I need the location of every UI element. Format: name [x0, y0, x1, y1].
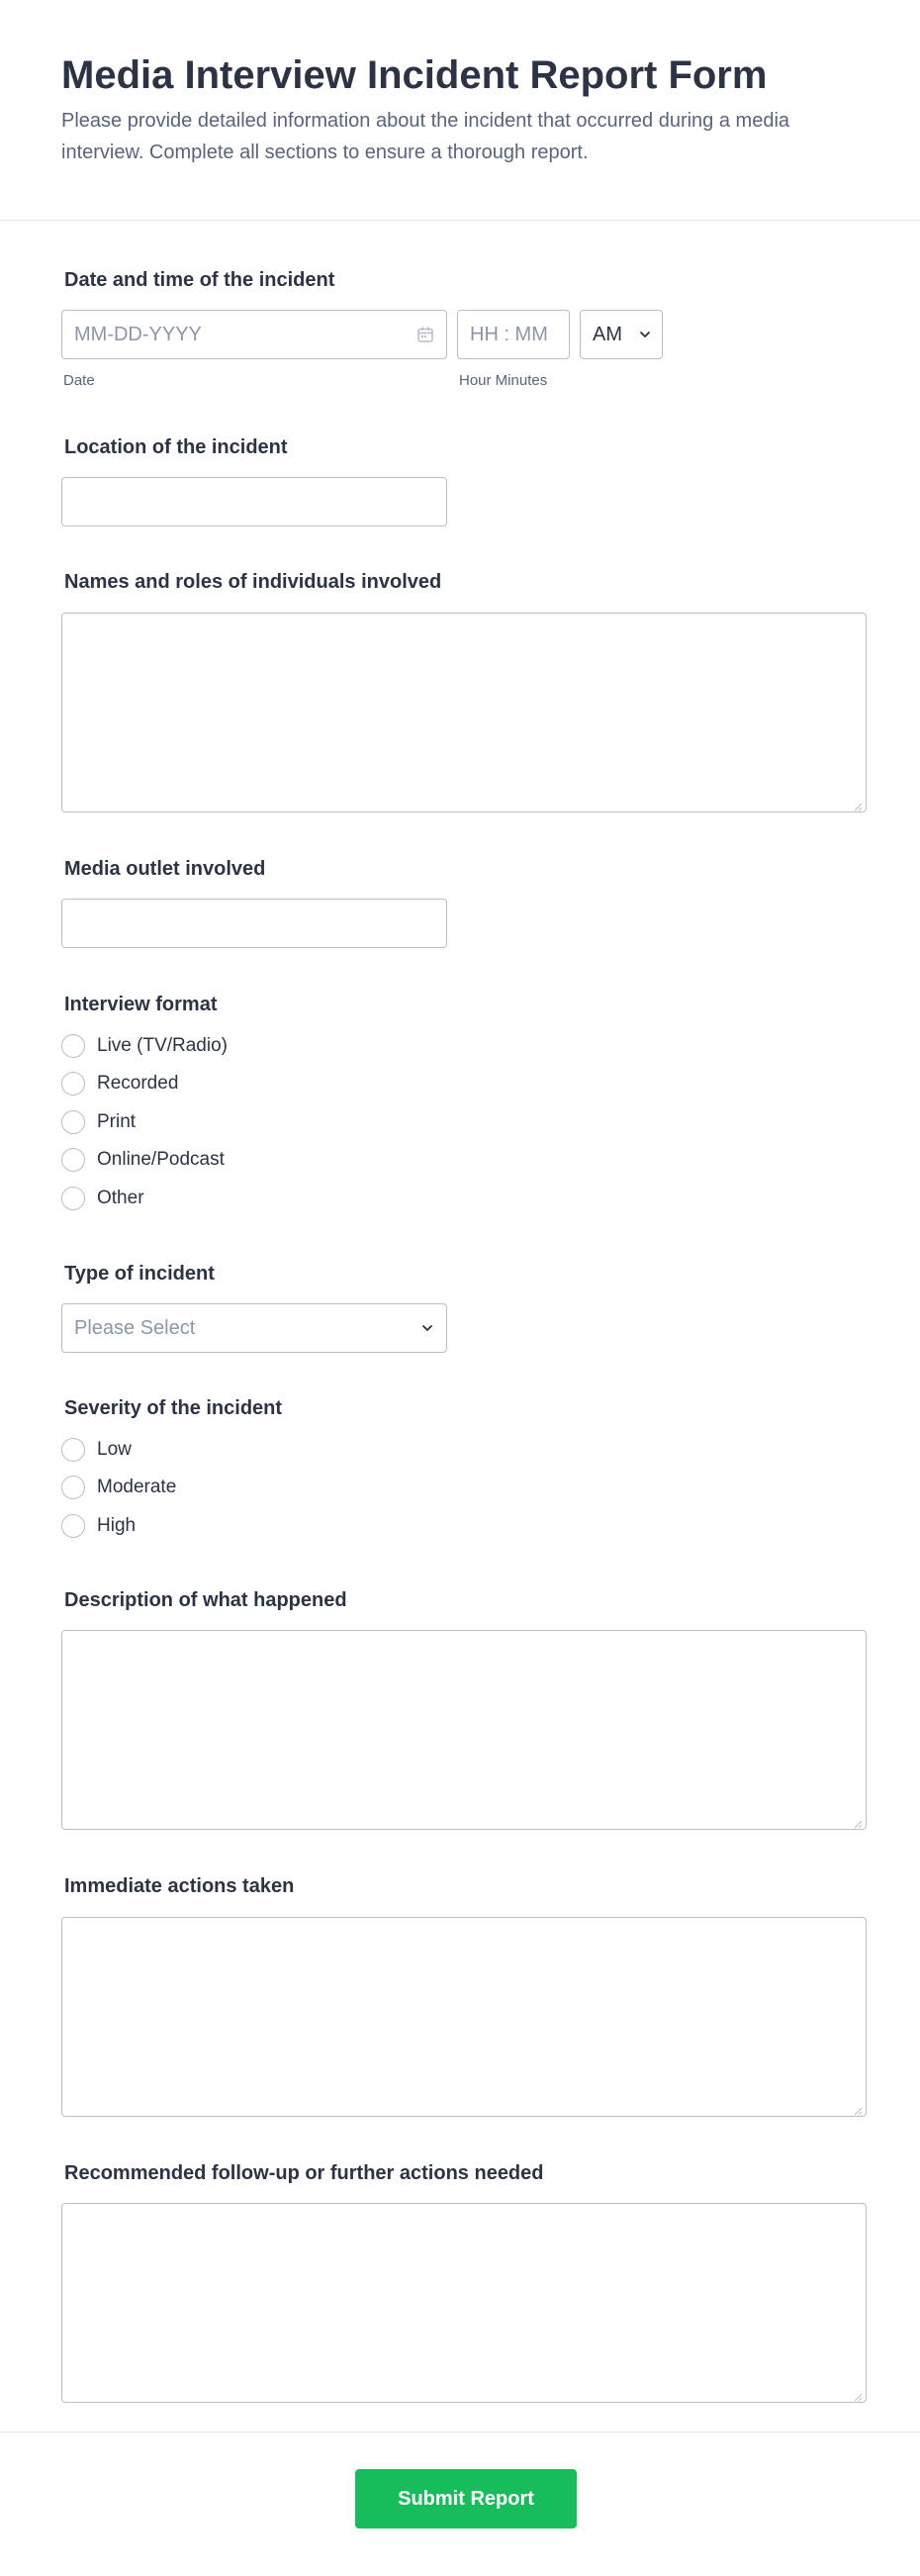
- resize-handle-icon[interactable]: [853, 1816, 863, 1829]
- time-placeholder: HH : MM: [470, 323, 548, 345]
- location-label: Location of the incident: [64, 436, 288, 458]
- radio-label: Print: [97, 1111, 137, 1132]
- resize-handle-icon[interactable]: [853, 799, 863, 811]
- followup-textarea[interactable]: [61, 2203, 867, 2403]
- incident-type-label: Type of incident: [64, 1263, 215, 1285]
- incident-type-select[interactable]: Please Select: [61, 1303, 447, 1353]
- radio-button[interactable]: [61, 1514, 85, 1538]
- incident-type-section: Type of incident Please Select: [61, 1261, 869, 1360]
- datetime-label: Date and time of the incident: [64, 269, 335, 291]
- page-subtitle: Please provide detailed information abou…: [61, 110, 790, 163]
- form-header: Media Interview Incident Report Form Ple…: [0, 0, 920, 221]
- radio-label: Recorded: [97, 1073, 179, 1094]
- radio-label: Online/Podcast: [97, 1149, 225, 1170]
- actions-section: Immediate actions taken: [61, 1873, 869, 2121]
- outlet-section: Media outlet involved: [61, 856, 869, 955]
- radio-button[interactable]: [61, 1110, 85, 1134]
- description-label: Description of what happened: [64, 1589, 347, 1611]
- radio-button[interactable]: [61, 1187, 85, 1210]
- followup-section: Recommended follow-up or further actions…: [61, 2160, 869, 2408]
- radio-option-online-podcast[interactable]: Online/Podcast: [61, 1147, 225, 1173]
- resize-handle-icon[interactable]: [853, 2389, 863, 2402]
- radio-option-other[interactable]: Other: [61, 1186, 144, 1211]
- individuals-section: Names and roles of individuals involved: [61, 569, 869, 816]
- individuals-textarea[interactable]: [61, 613, 867, 812]
- outlet-label: Media outlet involved: [64, 858, 266, 880]
- radio-button[interactable]: [61, 1148, 85, 1172]
- interview-format-section: Interview format Live (TV/Radio) Recorde…: [61, 992, 869, 1219]
- datetime-section: Date and time of the incident MM-DD-YYYY…: [61, 267, 869, 396]
- radio-label: Moderate: [97, 1477, 177, 1497]
- calendar-icon[interactable]: [416, 326, 434, 343]
- description-textarea[interactable]: [61, 1630, 867, 1830]
- individuals-label: Names and roles of individuals involved: [64, 571, 442, 593]
- date-input[interactable]: MM-DD-YYYY: [61, 310, 447, 359]
- page-title: Media Interview Incident Report Form: [61, 53, 768, 97]
- submit-button[interactable]: Submit Report: [355, 2469, 577, 2528]
- chevron-down-icon: [420, 1321, 434, 1335]
- actions-label: Immediate actions taken: [64, 1875, 295, 1897]
- radio-label: High: [97, 1515, 137, 1536]
- followup-label: Recommended follow-up or further actions…: [64, 2162, 544, 2184]
- location-section: Location of the incident: [61, 434, 869, 533]
- radio-button[interactable]: [61, 1034, 85, 1058]
- radio-button[interactable]: [61, 1476, 85, 1499]
- time-input[interactable]: HH : MM: [457, 310, 570, 359]
- location-input[interactable]: [61, 477, 447, 526]
- date-sublabel: Date: [63, 372, 95, 389]
- radio-button[interactable]: [61, 1438, 85, 1462]
- date-placeholder: MM-DD-YYYY: [74, 323, 202, 345]
- radio-label: Other: [97, 1188, 144, 1208]
- description-section: Description of what happened: [61, 1587, 869, 1835]
- severity-section: Severity of the incident Low Moderate Hi…: [61, 1395, 869, 1544]
- outlet-input[interactable]: [61, 899, 447, 948]
- ampm-value: AM: [593, 323, 622, 345]
- severity-label: Severity of the incident: [64, 1397, 283, 1419]
- form-footer: Submit Report: [0, 2432, 920, 2576]
- interview-format-label: Interview format: [64, 994, 218, 1015]
- chevron-down-icon: [638, 328, 652, 341]
- time-sublabel: Hour Minutes: [459, 372, 548, 389]
- radio-button[interactable]: [61, 1072, 85, 1096]
- radio-option-live[interactable]: Live (TV/Radio): [61, 1033, 228, 1059]
- radio-option-recorded[interactable]: Recorded: [61, 1071, 178, 1097]
- radio-label: Live (TV/Radio): [97, 1035, 228, 1056]
- actions-textarea[interactable]: [61, 1917, 867, 2117]
- resize-handle-icon[interactable]: [853, 2103, 863, 2116]
- radio-option-print[interactable]: Print: [61, 1109, 136, 1135]
- ampm-select[interactable]: AM: [580, 310, 663, 359]
- incident-type-placeholder: Please Select: [74, 1316, 196, 1339]
- radio-label: Low: [97, 1439, 132, 1460]
- radio-option-moderate[interactable]: Moderate: [61, 1475, 176, 1500]
- radio-option-low[interactable]: Low: [61, 1437, 132, 1463]
- radio-option-high[interactable]: High: [61, 1513, 136, 1539]
